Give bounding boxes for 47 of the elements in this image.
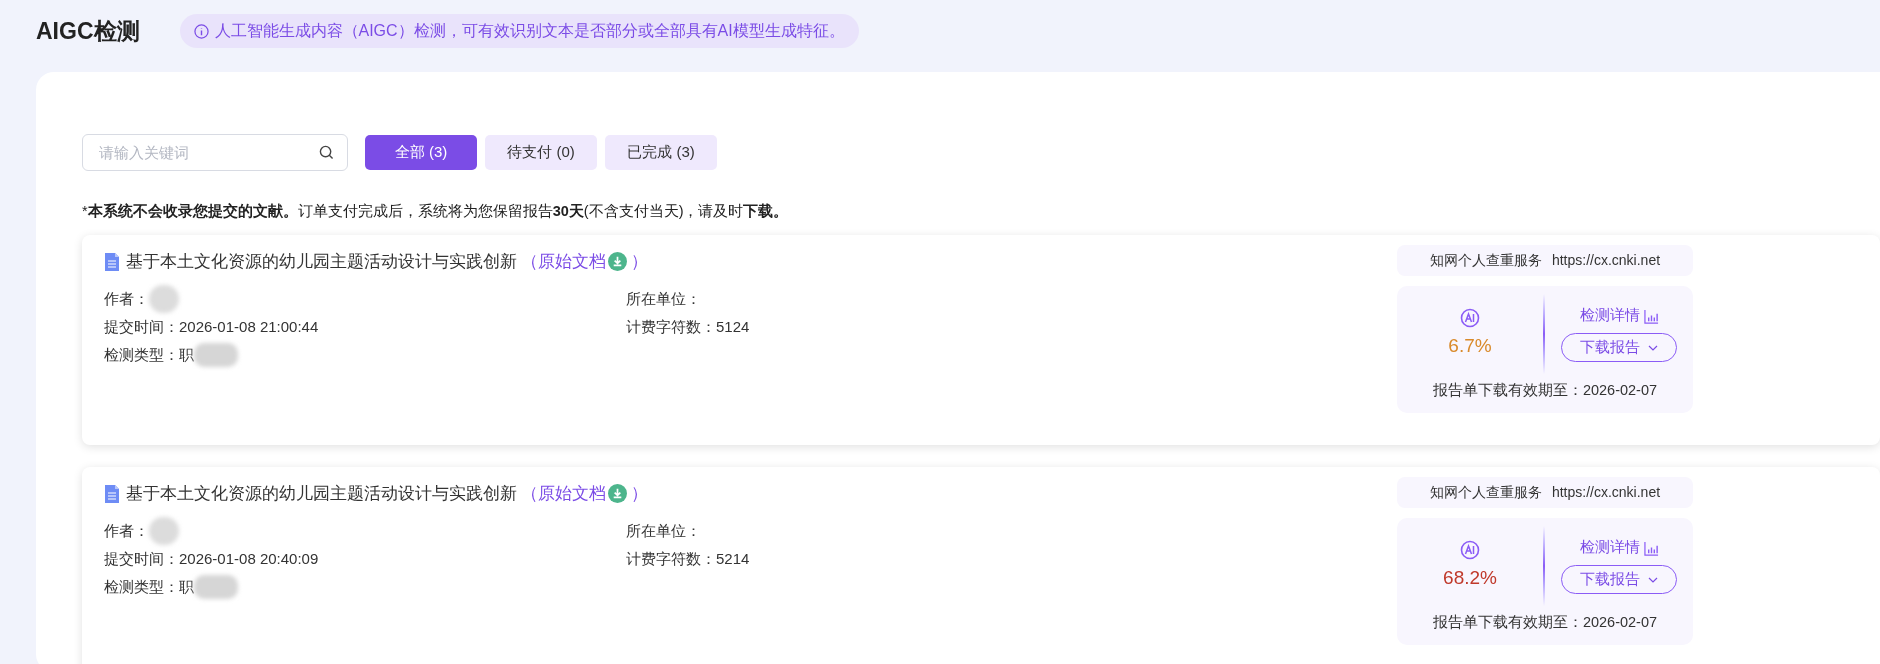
search-field[interactable]: 请输入关键词 [82,134,348,171]
validity-date: 报告单下载有效期至：2026-02-07 [1432,381,1658,398]
info-icon [193,23,209,39]
service-url: https://cx.cnki.net [1551,482,1661,502]
search-icon[interactable] [319,145,334,160]
author-label: 作者： [104,521,149,541]
filter-tab[interactable]: 全部 (3) [365,135,477,170]
chart-icon[interactable] [1643,308,1659,324]
page-title: AIGC检测 [36,16,140,46]
details-link[interactable]: 检测详情 [1579,537,1659,560]
check-type: 检测类型：职 [104,345,194,365]
document-title: 基于本土文化资源的幼儿园主题活动设计与实践创新 [126,250,517,273]
service-name: 知网个人查重服务 [1429,250,1542,270]
organization-label: 所在单位： [626,289,702,310]
submission-time: 提交时间：2026-01-08 21:00:44 [104,317,320,338]
redaction-blur [149,517,179,546]
document-icon [104,251,120,272]
original-document-link[interactable]: （原始文档 ） [521,248,648,275]
document-title: 基于本土文化资源的幼儿园主题活动设计与实践创新 [126,482,517,505]
redaction-blur [194,575,238,600]
download-icon[interactable] [608,252,627,271]
ai-icon [1460,307,1480,328]
redaction-blur [194,343,238,368]
notice-text: 人工智能生成内容（AIGC）检测，可有效识别文本是否部分或全部具有AI模型生成特征。 [214,21,845,41]
ai-icon [1460,539,1480,560]
validity-date: 报告单下载有效期至：2026-02-07 [1432,613,1658,630]
author-label: 作者： [104,289,149,309]
redaction-blur [149,285,179,314]
disclaimer-text: *本系统不会收录您提交的文献。订单支付完成后，系统将为您保留报告30天(不含支付当天)，请及时下载。 [82,202,790,221]
service-url: https://cx.cnki.net [1551,250,1661,270]
download-icon[interactable] [608,484,627,503]
ai-score: 68.2% [1443,565,1497,590]
filter-tab[interactable]: 待支付 (0) [485,135,597,170]
details-link[interactable]: 检测详情 [1579,305,1659,328]
service-name: 知网个人查重服务 [1429,482,1542,502]
check-type: 检测类型：职 [104,577,194,597]
original-document-link[interactable]: （原始文档 ） [521,480,648,507]
chart-icon[interactable] [1643,540,1659,556]
billed-characters: 计费字符数：5124 [626,317,751,338]
organization-label: 所在单位： [626,521,702,542]
filter-tab[interactable]: 已完成 (3) [605,135,717,170]
ai-score: 6.7% [1448,333,1492,358]
chevron-down-icon[interactable] [1648,344,1658,351]
chevron-down-icon[interactable] [1648,576,1658,583]
submission-time: 提交时间：2026-01-08 20:40:09 [104,549,320,570]
billed-characters: 计费字符数：5214 [626,549,751,570]
document-icon [104,483,120,504]
